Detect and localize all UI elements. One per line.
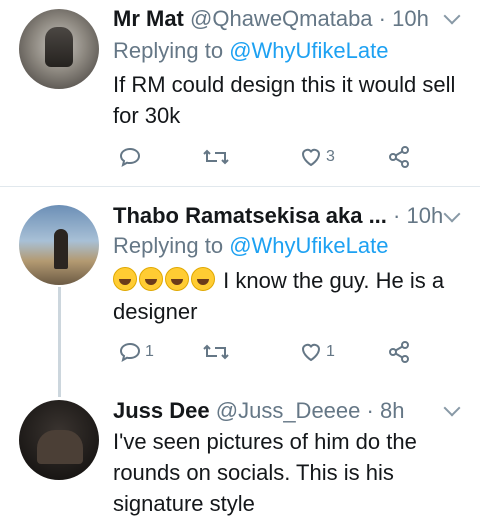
laughing-emoji [113, 267, 137, 291]
replying-to: Replying to @WhyUfikeLate [113, 38, 388, 64]
retweet-button[interactable] [202, 142, 230, 172]
helmet-image [45, 27, 73, 67]
tweet-text: I've seen pictures of him do the rounds … [113, 429, 417, 516]
share-button[interactable] [387, 142, 411, 172]
chevron-down-icon[interactable] [443, 7, 461, 25]
user-handle[interactable]: @Juss_Deeee [216, 398, 361, 423]
separator-dot: · [393, 203, 401, 228]
person-image [54, 229, 68, 269]
heart-icon [301, 343, 321, 362]
reply-button[interactable] [118, 142, 142, 172]
timestamp[interactable]: 8h [380, 398, 404, 423]
separator-dot: · [378, 6, 386, 31]
avatar[interactable] [19, 400, 99, 480]
like-count: 1 [326, 343, 335, 360]
tweet[interactable]: Thabo Ramatsekisa aka ... · 10h Replying… [0, 187, 480, 397]
tweet[interactable]: Mr Mat @QhaweQmataba · 10h Replying to @… [0, 0, 480, 186]
tweet-header: Juss Dee @Juss_Deeee · 8h [113, 398, 404, 424]
reply-icon [119, 147, 141, 168]
laughing-emoji [165, 267, 189, 291]
replying-to-link[interactable]: @WhyUfikeLate [229, 38, 388, 63]
share-icon [389, 146, 409, 168]
tweet[interactable]: Juss Dee @Juss_Deeee · 8h I've seen pict… [0, 388, 480, 516]
chevron-down-icon[interactable] [443, 205, 461, 223]
chevron-down-icon[interactable] [443, 399, 461, 417]
avatar[interactable] [19, 205, 99, 285]
share-button[interactable] [387, 337, 411, 367]
tweet-text-block: I know the guy. He is a designer [113, 265, 473, 327]
like-button[interactable]: 3 [299, 142, 335, 172]
laughing-emoji [139, 267, 163, 291]
tweet-actions: 1 1 [113, 337, 433, 367]
replying-prefix: Replying to [113, 38, 224, 63]
heart-icon [301, 148, 321, 167]
display-name[interactable]: Thabo Ramatsekisa aka ... [113, 203, 387, 228]
display-name[interactable]: Juss Dee [113, 398, 210, 423]
like-button[interactable]: 1 [299, 337, 335, 367]
reply-icon [119, 342, 141, 363]
tweet-header: Mr Mat @QhaweQmataba · 10h [113, 6, 429, 32]
replying-to: Replying to @WhyUfikeLate [113, 233, 388, 259]
timestamp[interactable]: 10h [392, 6, 429, 31]
timestamp[interactable]: 10h [406, 203, 443, 228]
retweet-icon [203, 344, 229, 360]
user-handle[interactable]: @QhaweQmataba [190, 6, 373, 31]
replying-to-link[interactable]: @WhyUfikeLate [229, 233, 388, 258]
people-image [37, 430, 83, 464]
separator-dot: · [366, 398, 374, 423]
retweet-button[interactable] [202, 337, 230, 367]
retweet-icon [203, 149, 229, 165]
laughing-emoji [191, 267, 215, 291]
tweet-actions: 3 [113, 142, 433, 172]
reply-button[interactable]: 1 [118, 337, 154, 367]
thread-line [58, 287, 61, 397]
tweet-header: Thabo Ramatsekisa aka ... · 10h [113, 203, 443, 229]
share-icon [389, 341, 409, 363]
avatar[interactable] [19, 9, 99, 89]
like-count: 3 [326, 148, 335, 165]
replying-prefix: Replying to [113, 233, 224, 258]
display-name[interactable]: Mr Mat [113, 6, 184, 31]
tweet-text: If RM could design this it would sell fo… [113, 72, 456, 128]
reply-count: 1 [145, 343, 154, 360]
